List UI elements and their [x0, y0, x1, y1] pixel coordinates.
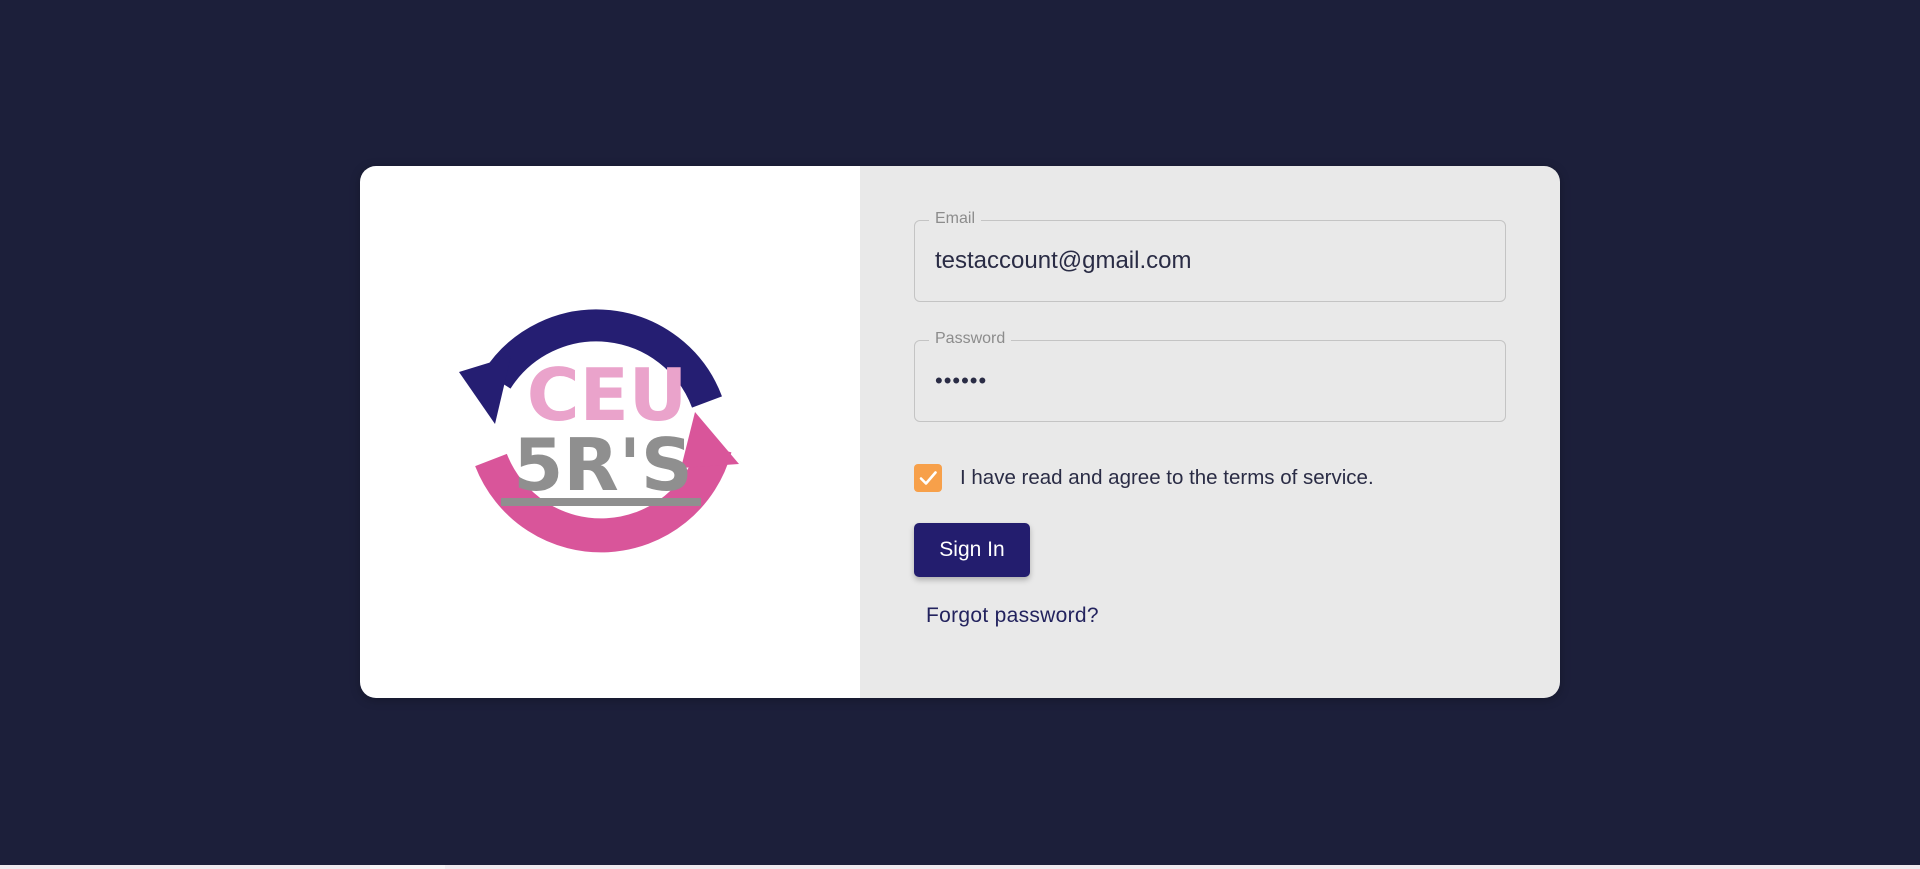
terms-label: I have read and agree to the terms of se… — [960, 466, 1374, 489]
bottom-strip — [0, 865, 1920, 869]
password-field[interactable]: Password •••••• — [914, 330, 1506, 422]
terms-row: I have read and agree to the terms of se… — [914, 464, 1374, 492]
ceu-5rs-logo: CEU 5R'S — [459, 309, 739, 553]
logo-text-5rs: 5R'S — [513, 423, 692, 507]
login-form: Email testaccount@gmail.com Password •••… — [860, 166, 1560, 698]
forgot-password-link[interactable]: Forgot password? — [926, 604, 1099, 628]
terms-checkbox[interactable] — [914, 464, 942, 492]
logo-navy-arrowhead — [459, 356, 511, 424]
checkmark-icon — [919, 471, 937, 485]
bottom-strip-segment — [370, 865, 445, 869]
sign-in-button[interactable]: Sign In — [914, 523, 1030, 577]
logo-underline — [501, 498, 701, 506]
email-field[interactable]: Email testaccount@gmail.com — [914, 210, 1506, 302]
logo-panel: CEU 5R'S — [360, 166, 860, 698]
login-card: CEU 5R'S Email testaccount@gmail.com Pas… — [360, 166, 1560, 698]
password-input[interactable]: •••••• — [935, 341, 987, 421]
login-page: CEU 5R'S Email testaccount@gmail.com Pas… — [0, 0, 1920, 869]
email-input[interactable]: testaccount@gmail.com — [935, 221, 1191, 301]
